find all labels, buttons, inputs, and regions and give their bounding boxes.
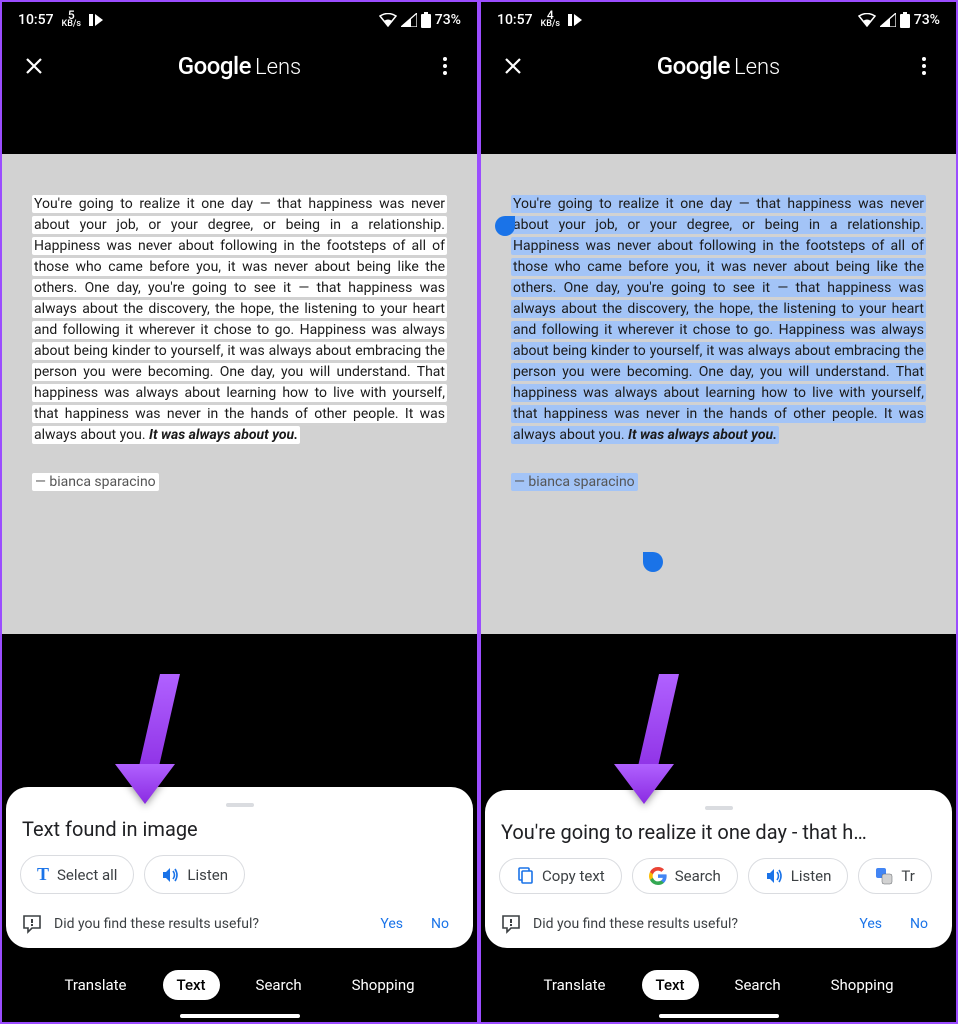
- status-bar: 10:57 5 KB/s 73%: [2, 2, 477, 38]
- battery-icon: [421, 12, 431, 28]
- tab-shopping[interactable]: Shopping: [817, 970, 908, 1000]
- scanned-photo: You're going to realize it one day — tha…: [2, 154, 477, 634]
- tab-text[interactable]: Text: [642, 970, 699, 1000]
- chip-label: Search: [675, 867, 721, 885]
- brand-logo: Google: [178, 52, 251, 80]
- translate-icon: [875, 867, 893, 885]
- wifi-icon: [379, 13, 397, 27]
- feedback-no[interactable]: No: [423, 912, 457, 936]
- status-bar: 10:57 4 KB/s 73%: [481, 2, 956, 38]
- network-speed: 5 KB/s: [62, 11, 82, 29]
- drag-handle[interactable]: [226, 803, 254, 807]
- chip-label: Tr: [901, 867, 914, 885]
- text-icon: T: [37, 864, 49, 885]
- selection-handle-end[interactable]: [643, 552, 663, 572]
- chip-label: Select all: [57, 866, 117, 884]
- copy-text-chip[interactable]: Copy text: [499, 858, 622, 894]
- close-button[interactable]: [14, 46, 54, 86]
- home-indicator[interactable]: [180, 1014, 300, 1018]
- feedback-row: Did you find these results useful? Yes N…: [20, 912, 459, 936]
- selection-handle-start[interactable]: [495, 216, 515, 236]
- feedback-yes[interactable]: Yes: [851, 912, 890, 936]
- network-speed: 4 KB/s: [541, 11, 561, 29]
- tab-search[interactable]: Search: [242, 970, 316, 1000]
- drag-handle[interactable]: [705, 806, 733, 810]
- battery-icon: [900, 12, 910, 28]
- scanned-photo: You're going to realize it one day — tha…: [481, 154, 956, 634]
- action-chips: T Select all Listen: [20, 855, 459, 894]
- search-chip[interactable]: Search: [632, 858, 738, 894]
- tab-translate[interactable]: Translate: [50, 970, 140, 1000]
- speaker-icon: [161, 866, 179, 884]
- bottom-sheet: You're going to realize it one day - tha…: [485, 790, 952, 948]
- app-header: Google Lens: [2, 38, 477, 94]
- notification-icon: [568, 14, 584, 26]
- chip-label: Listen: [187, 866, 228, 884]
- notification-icon: [89, 14, 105, 26]
- status-time: 10:57: [497, 12, 533, 28]
- status-time: 10:57: [18, 12, 54, 28]
- battery-percent: 73%: [435, 12, 461, 28]
- phone-left: 10:57 5 KB/s 73% Googl: [0, 0, 479, 1024]
- speaker-icon: [765, 867, 783, 885]
- sheet-title: You're going to realize it one day - tha…: [501, 820, 936, 844]
- google-icon: [649, 867, 667, 885]
- wifi-icon: [858, 13, 876, 27]
- feedback-no[interactable]: No: [902, 912, 936, 936]
- tab-translate[interactable]: Translate: [529, 970, 619, 1000]
- listen-chip[interactable]: Listen: [144, 855, 245, 894]
- selected-text[interactable]: You're going to realize it one day — tha…: [511, 194, 926, 446]
- translate-chip[interactable]: Tr: [858, 858, 931, 894]
- overflow-menu-button[interactable]: [904, 46, 944, 86]
- tutorial-arrow: [110, 674, 210, 804]
- action-chips: Copy text Search Listen: [499, 858, 938, 894]
- battery-percent: 73%: [914, 12, 940, 28]
- feedback-prompt: Did you find these results useful?: [533, 916, 738, 932]
- feedback-row: Did you find these results useful? Yes N…: [499, 912, 938, 936]
- close-button[interactable]: [493, 46, 533, 86]
- feedback-yes[interactable]: Yes: [372, 912, 411, 936]
- tab-text[interactable]: Text: [163, 970, 220, 1000]
- tab-search[interactable]: Search: [721, 970, 795, 1000]
- mode-tabs: Translate Text Search Shopping: [481, 948, 956, 1022]
- feedback-icon: [22, 914, 42, 934]
- chip-label: Listen: [791, 867, 832, 885]
- feedback-prompt: Did you find these results useful?: [54, 916, 259, 932]
- signal-icon: [880, 13, 896, 27]
- chip-label: Copy text: [542, 867, 605, 885]
- tab-shopping[interactable]: Shopping: [338, 970, 429, 1000]
- signal-icon: [401, 13, 417, 27]
- phone-right: 10:57 4 KB/s 73% Googl: [479, 0, 958, 1024]
- select-all-chip[interactable]: T Select all: [20, 855, 134, 894]
- sheet-title: Text found in image: [22, 817, 457, 841]
- mode-tabs: Translate Text Search Shopping: [2, 948, 477, 1022]
- detected-text[interactable]: You're going to realize it one day — tha…: [32, 194, 447, 446]
- overflow-menu-button[interactable]: [425, 46, 465, 86]
- brand-logo: Google: [657, 52, 730, 80]
- bottom-sheet: Text found in image T Select all Listen …: [6, 787, 473, 948]
- author-text[interactable]: — bianca sparacino: [32, 474, 447, 491]
- listen-chip[interactable]: Listen: [748, 858, 849, 894]
- tutorial-arrow: [609, 674, 709, 804]
- copy-icon: [516, 867, 534, 885]
- app-header: Google Lens: [481, 38, 956, 94]
- feedback-icon: [501, 914, 521, 934]
- brand-sub: Lens: [734, 55, 780, 80]
- home-indicator[interactable]: [659, 1014, 779, 1018]
- author-text[interactable]: — bianca sparacino: [511, 474, 926, 491]
- brand-sub: Lens: [255, 55, 301, 80]
